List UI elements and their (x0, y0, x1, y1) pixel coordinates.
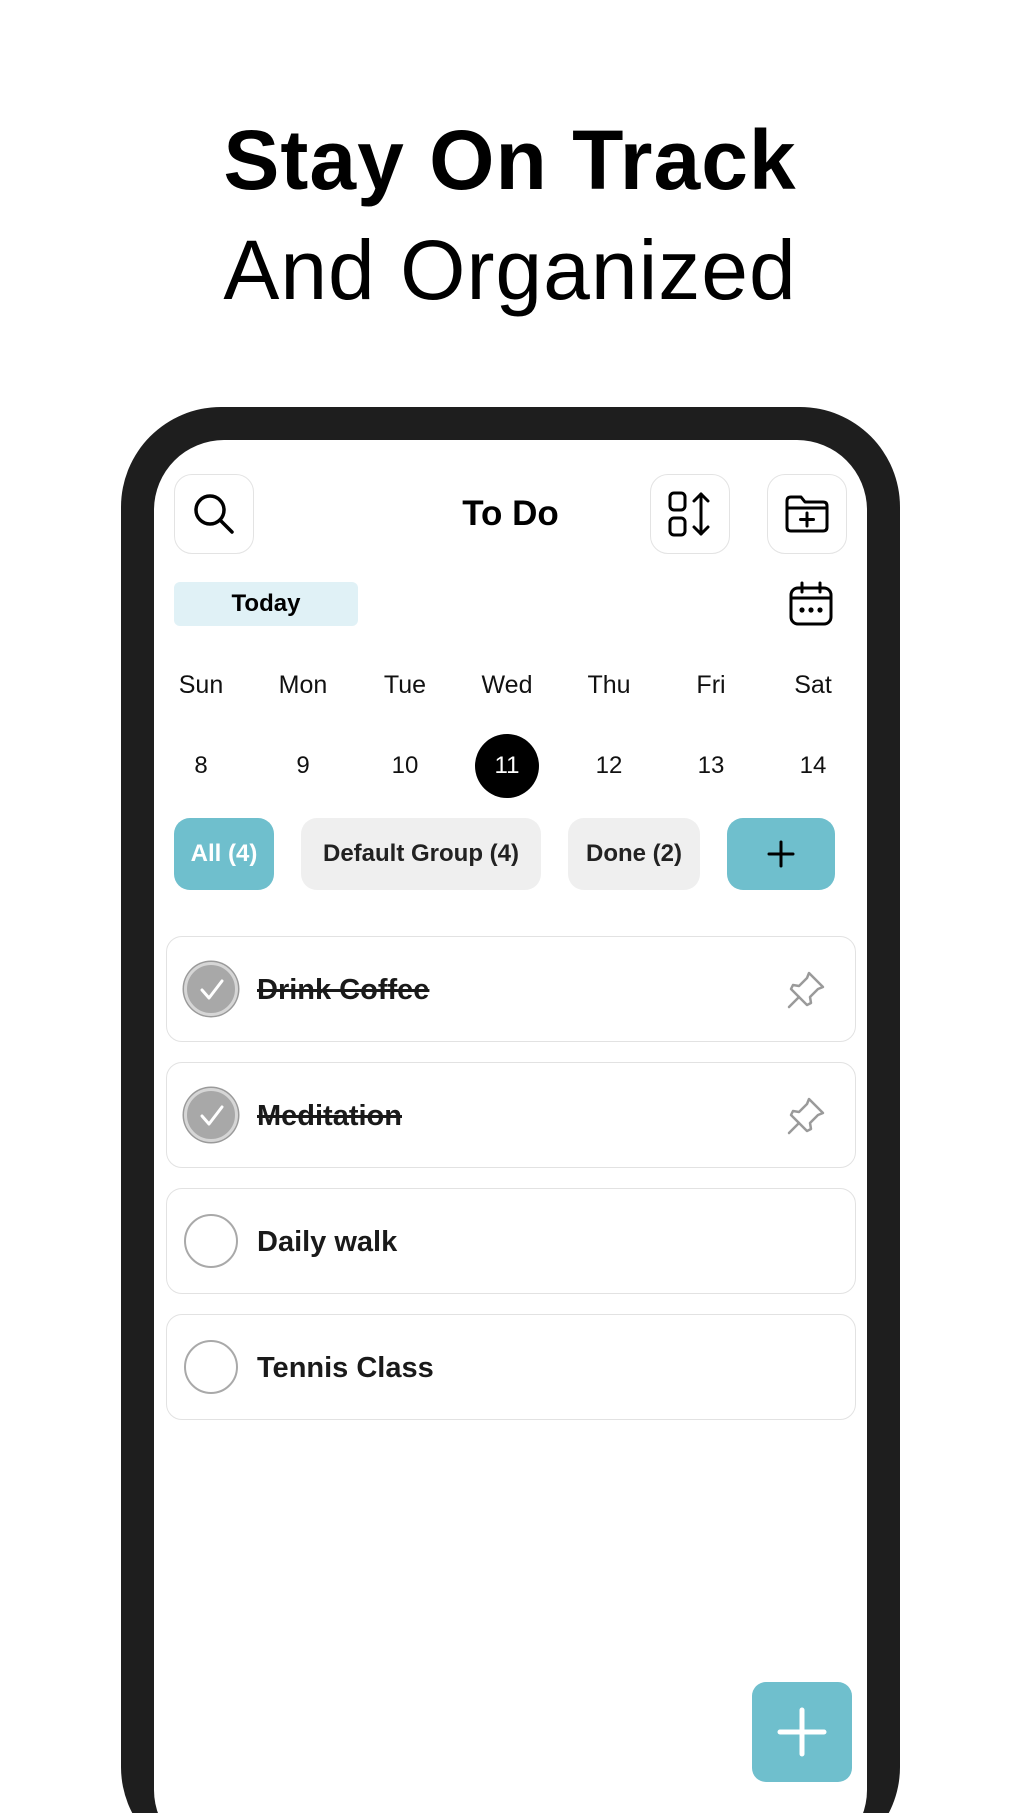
day-wed[interactable]: Wed 11 (467, 670, 547, 798)
task-item[interactable]: Tennis Class (166, 1314, 856, 1420)
add-task-button[interactable] (752, 1682, 852, 1782)
today-button[interactable]: Today (174, 582, 358, 626)
page-title: To Do (462, 494, 559, 533)
filter-all-chip[interactable]: All (4) (174, 818, 274, 890)
day-fri[interactable]: Fri 13 (671, 670, 751, 798)
task-checkbox-checked[interactable] (184, 1088, 238, 1142)
day-number: 10 (391, 752, 419, 779)
pin-icon[interactable] (785, 969, 827, 1011)
day-name: Sat (794, 671, 832, 699)
day-number: 14 (799, 752, 827, 779)
day-sat[interactable]: Sat 14 (773, 670, 853, 798)
task-label: Daily walk (257, 1226, 398, 1258)
task-checkbox[interactable] (184, 1214, 238, 1268)
sort-button[interactable] (650, 474, 730, 554)
task-checkbox-checked[interactable] (184, 962, 238, 1016)
headline-title: Stay On Track (223, 113, 797, 207)
task-item[interactable]: Daily walk (166, 1188, 856, 1294)
task-label: Tennis Class (257, 1352, 434, 1384)
day-thu[interactable]: Thu 12 (569, 670, 649, 798)
day-mon[interactable]: Mon 9 (263, 670, 343, 798)
day-name: Thu (587, 671, 631, 699)
day-name: Fri (696, 671, 726, 699)
checkmark-icon (200, 1105, 224, 1126)
day-number: 12 (595, 752, 623, 779)
day-name: Mon (278, 671, 328, 699)
add-group-button[interactable] (727, 818, 835, 890)
day-tue[interactable]: Tue 10 (365, 670, 445, 798)
filter-default-group-chip[interactable]: Default Group (4) (301, 818, 541, 890)
calendar-icon (789, 581, 833, 626)
filter-done-chip[interactable]: Done (2) (568, 818, 700, 890)
day-sun[interactable]: Sun 8 (161, 670, 241, 798)
sort-icon (668, 491, 710, 537)
pin-icon[interactable] (785, 1095, 827, 1137)
plus-icon (767, 840, 795, 868)
calendar-button[interactable] (788, 581, 834, 627)
task-label: Meditation (257, 1100, 402, 1132)
task-item[interactable]: Drink Coffee (166, 936, 856, 1042)
task-checkbox[interactable] (184, 1340, 238, 1394)
day-number: 13 (697, 752, 725, 779)
headline-subtitle: And Organized (223, 223, 797, 317)
day-number-selected: 11 (475, 734, 539, 798)
day-number: 8 (194, 752, 208, 779)
checkmark-icon (200, 979, 224, 1000)
day-name: Sun (178, 671, 224, 699)
task-label: Drink Coffee (257, 974, 430, 1006)
day-number: 9 (296, 752, 310, 779)
app-screen: To Do Today Sun 8 Mon 9 Tue 10 Wed 11 Th… (154, 440, 867, 1813)
folder-add-icon (785, 495, 829, 533)
day-name: Wed (481, 671, 533, 699)
plus-icon (777, 1707, 827, 1757)
add-folder-button[interactable] (767, 474, 847, 554)
task-item[interactable]: Meditation (166, 1062, 856, 1168)
day-name: Tue (383, 671, 427, 699)
